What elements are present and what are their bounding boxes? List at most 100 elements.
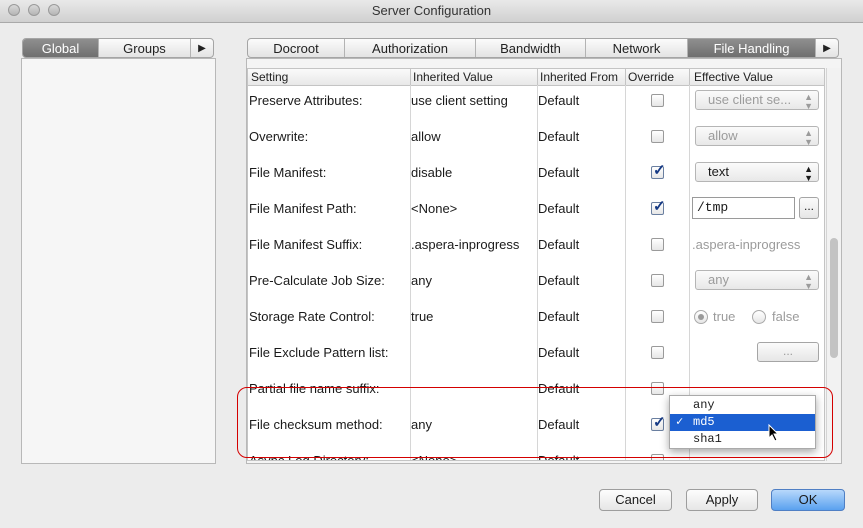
setting-label: File checksum method: — [249, 417, 383, 432]
tab-file-handling[interactable]: File Handling — [688, 39, 816, 57]
inherited-value: any — [411, 417, 432, 432]
tab-scroll-right-2[interactable]: ▶ — [816, 39, 838, 57]
apply-button[interactable]: Apply — [686, 489, 758, 511]
checksum-dropdown-menu: any ✓ md5 sha1 — [669, 395, 816, 449]
table-row[interactable]: File Exclude Pattern list: Default ... — [248, 335, 824, 371]
table-row[interactable]: File Manifest Suffix: .aspera-inprogress… — [248, 227, 824, 263]
updown-icon: ▲ ▼ — [804, 272, 813, 291]
checkmark-icon: ✓ — [653, 162, 666, 179]
updown-icon: ▲ ▼ — [804, 164, 813, 183]
triangle-right-icon: ▶ — [198, 42, 206, 54]
setting-label: Overwrite: — [249, 129, 309, 144]
tab-bandwidth[interactable]: Bandwidth — [476, 39, 586, 57]
inherited-value: allow — [411, 129, 441, 144]
table-row[interactable]: Overwrite: allow Default allow ▲ ▼ — [248, 119, 824, 155]
radio-false[interactable] — [752, 310, 766, 324]
column-header-inherited-from[interactable]: Inherited From — [540, 70, 618, 84]
effective-value-select[interactable]: any ▲ ▼ — [695, 270, 819, 291]
inherited-value: any — [411, 273, 432, 288]
tab-authorization[interactable]: Authorization — [345, 39, 476, 57]
setting-label: Preserve Attributes: — [249, 93, 363, 108]
inherited-value: use client setting — [411, 93, 508, 108]
effective-value-select[interactable]: text ▲ ▼ — [695, 162, 819, 183]
inherited-value: .aspera-inprogress — [411, 237, 520, 252]
window-title: Server Configuration — [371, 3, 492, 18]
mouse-pointer-icon — [768, 424, 780, 442]
checkmark-icon: ✓ — [653, 198, 666, 215]
browse-button[interactable]: ... — [799, 197, 819, 219]
checkmark-icon: ✓ — [653, 414, 666, 431]
setting-label: Pre-Calculate Job Size: — [249, 273, 385, 288]
right-tab-bar: Docroot Authorization Bandwidth Network … — [247, 38, 839, 58]
effective-suffix: .aspera-inprogress — [692, 237, 801, 252]
column-header-override[interactable]: Override — [628, 70, 674, 84]
tab-global[interactable]: Global — [23, 39, 99, 57]
override-checkbox[interactable] — [651, 346, 664, 359]
override-checkbox[interactable] — [651, 238, 664, 251]
checkmark-icon: ✓ — [676, 415, 684, 429]
left-tab-bar: Global Groups ▶ — [22, 38, 214, 58]
override-checkbox[interactable] — [651, 454, 664, 460]
manifest-path-field[interactable]: /tmp — [692, 197, 795, 219]
setting-label: Storage Rate Control: — [249, 309, 375, 324]
effective-value-select[interactable]: use client se... ▲ ▼ — [695, 90, 819, 111]
radio-true[interactable] — [694, 310, 708, 324]
inherited-from: Default — [538, 93, 580, 108]
inherited-value: <None> — [411, 201, 458, 216]
inherited-value: <None> — [411, 453, 458, 461]
scroll-thumb[interactable] — [830, 238, 838, 358]
inherited-value: true — [411, 309, 434, 324]
table-row[interactable]: Pre-Calculate Job Size: any Default any ▲… — [248, 263, 824, 299]
column-header-effective-value[interactable]: Effective Value — [694, 70, 773, 84]
ok-button[interactable]: OK — [771, 489, 845, 511]
table-row[interactable]: File Manifest: disable Default ✓ text ▲ ▼ — [248, 155, 824, 191]
dropdown-option-any[interactable]: any — [670, 397, 815, 414]
effective-value-select[interactable]: allow ▲ ▼ — [695, 126, 819, 147]
setting-label: File Manifest: — [249, 165, 327, 180]
cancel-button[interactable]: Cancel — [599, 489, 672, 511]
edit-pattern-button[interactable]: ... — [757, 342, 819, 362]
inherited-value: disable — [411, 165, 453, 180]
setting-label: Partial file name suffix: — [249, 381, 380, 396]
dropdown-option-md5[interactable]: ✓ md5 — [670, 414, 815, 431]
inherited-from: Default — [538, 345, 580, 360]
radio-true-label: true — [713, 309, 736, 324]
table-row[interactable]: File Manifest Path: <None> Default ✓ /tm… — [248, 191, 824, 227]
inherited-from: Default — [538, 129, 580, 144]
override-checkbox[interactable] — [651, 310, 664, 323]
inherited-from: Default — [538, 381, 580, 396]
setting-label: File Exclude Pattern list: — [249, 345, 389, 360]
override-checkbox[interactable] — [651, 130, 664, 143]
tab-scroll-right[interactable]: ▶ — [191, 39, 213, 57]
radio-false-label: false — [772, 309, 800, 324]
triangle-right-icon: ▶ — [823, 42, 831, 54]
override-checkbox[interactable] — [651, 382, 664, 395]
updown-icon: ▲ ▼ — [804, 92, 813, 111]
updown-icon: ▲ ▼ — [804, 128, 813, 147]
setting-label: File Manifest Path: — [249, 201, 357, 216]
override-checkbox[interactable]: ✓ — [651, 162, 666, 179]
group-list-panel[interactable] — [21, 58, 216, 464]
column-header-setting[interactable]: Setting — [251, 70, 288, 84]
override-checkbox[interactable]: ✓ — [651, 198, 666, 215]
inherited-from: Default — [538, 201, 580, 216]
override-checkbox[interactable] — [651, 94, 664, 107]
setting-label: Async Log Directory: — [249, 453, 369, 461]
inherited-from: Default — [538, 309, 580, 324]
inherited-from: Default — [538, 237, 580, 252]
table-scrollbar[interactable] — [826, 68, 841, 461]
tab-docroot[interactable]: Docroot — [248, 39, 345, 57]
inherited-from: Default — [538, 453, 580, 461]
inherited-from: Default — [538, 165, 580, 180]
override-checkbox[interactable] — [651, 274, 664, 287]
tab-network[interactable]: Network — [586, 39, 688, 57]
table-row[interactable]: Preserve Attributes: use client setting … — [248, 83, 824, 119]
table-row[interactable]: Storage Rate Control: true Default true … — [248, 299, 824, 335]
override-checkbox[interactable]: ✓ — [651, 414, 666, 431]
setting-label: File Manifest Suffix: — [249, 237, 363, 252]
column-header-inherited-value[interactable]: Inherited Value — [413, 70, 493, 84]
tab-groups[interactable]: Groups — [99, 39, 191, 57]
inherited-from: Default — [538, 273, 580, 288]
dropdown-option-sha1[interactable]: sha1 — [670, 431, 815, 448]
inherited-from: Default — [538, 417, 580, 432]
